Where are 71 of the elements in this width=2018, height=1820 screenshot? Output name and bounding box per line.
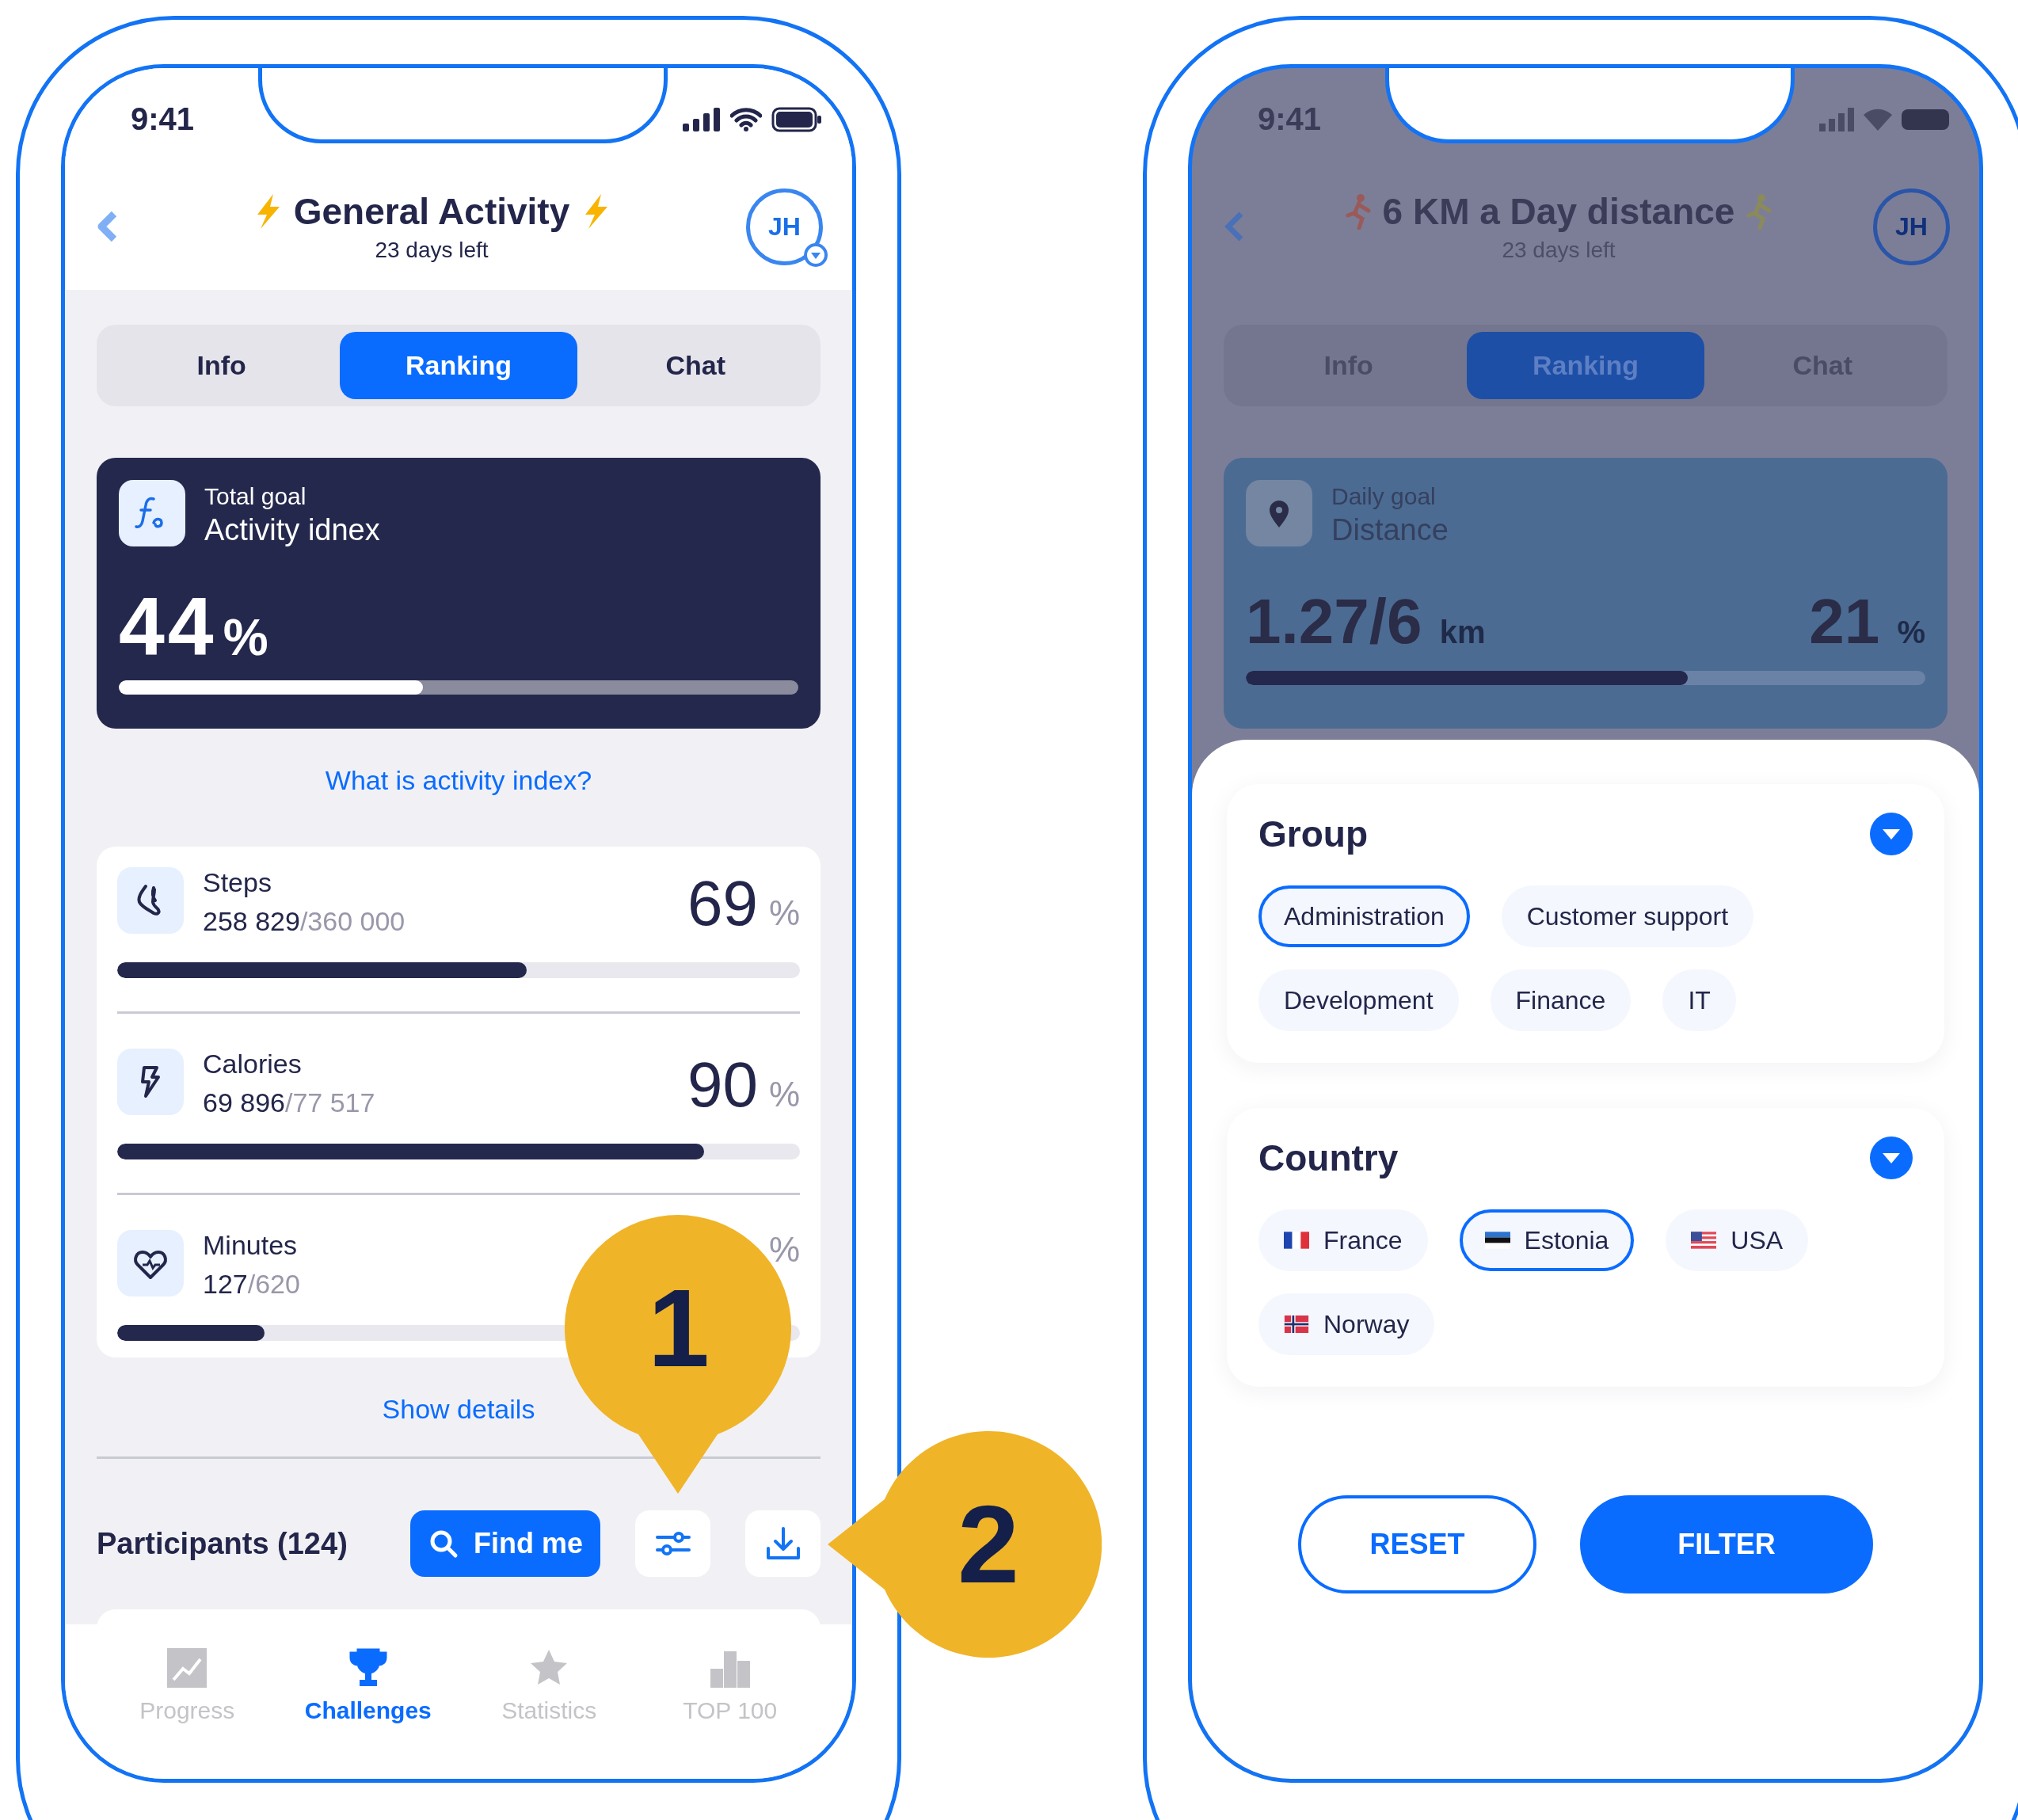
distance-value: 1.27/6 km xyxy=(1246,585,1486,658)
metric-progress-value: 127/620 xyxy=(203,1269,301,1300)
filter-chip[interactable]: Administration xyxy=(1258,885,1470,947)
footprint-icon xyxy=(117,867,184,934)
bolt-icon xyxy=(117,1049,184,1115)
filter-apply-button[interactable]: FILTER xyxy=(1580,1495,1873,1593)
filter-section-title: Group xyxy=(1258,813,1368,855)
flag-icon xyxy=(1284,1316,1309,1333)
goal-title: Activity idnex xyxy=(204,513,380,547)
wifi-icon xyxy=(1864,109,1892,131)
map-pin-icon xyxy=(1246,480,1312,546)
filter-chip[interactable]: Estonia xyxy=(1459,1209,1635,1271)
signal-icon xyxy=(683,108,721,131)
screen-title: 6 KM a Day distance xyxy=(1382,190,1735,233)
show-details-link[interactable]: Show details xyxy=(382,1393,535,1425)
avatar: JH xyxy=(1873,188,1950,265)
filter-chip[interactable]: Finance xyxy=(1490,969,1632,1031)
tab[interactable]: Chat xyxy=(577,332,814,399)
heart-pulse-icon xyxy=(117,1230,184,1296)
tab-label: Ranking xyxy=(1467,332,1704,399)
chevron-down-icon[interactable] xyxy=(1870,1137,1913,1179)
chart-icon xyxy=(167,1648,208,1688)
metric-name: Steps xyxy=(203,867,272,898)
battery-icon xyxy=(1902,109,1949,130)
metric-percent: % xyxy=(768,1230,800,1270)
goal-percent: 44% xyxy=(119,585,272,668)
back-icon[interactable] xyxy=(97,211,117,242)
flag-icon xyxy=(1691,1232,1717,1249)
filter-chip[interactable]: USA xyxy=(1666,1209,1809,1271)
find-me-button[interactable]: Find me xyxy=(410,1510,600,1577)
metric-percent: 90 % xyxy=(687,1049,800,1121)
metric-progress-value: 258 829/360 000 xyxy=(203,906,406,937)
trophy-icon xyxy=(348,1648,388,1688)
filter-chip[interactable]: Norway xyxy=(1258,1293,1435,1355)
formula-icon xyxy=(119,480,185,546)
status-time: 9:41 xyxy=(1258,101,1322,137)
runner-icon xyxy=(1344,193,1372,230)
download-button[interactable] xyxy=(745,1510,821,1577)
signal-icon xyxy=(1819,108,1854,131)
download-icon xyxy=(764,1526,801,1561)
filter-button[interactable] xyxy=(635,1510,710,1577)
runner-icon xyxy=(1746,193,1773,230)
battery-icon xyxy=(771,107,822,132)
callout-number: 1 xyxy=(648,1273,710,1384)
screen-title: General Activity xyxy=(293,190,570,233)
callout-number: 2 xyxy=(958,1489,1019,1600)
filter-chip[interactable]: IT xyxy=(1662,969,1736,1031)
goal-caption: Total goal xyxy=(204,483,307,510)
activity-index-link[interactable]: What is activity index? xyxy=(325,764,592,796)
filter-section-title: Country xyxy=(1258,1137,1399,1179)
filter-chip[interactable]: Development xyxy=(1258,969,1459,1031)
metric-progress-value: 69 896/77 517 xyxy=(203,1087,376,1118)
metric-name: Calories xyxy=(203,1049,303,1079)
metric-name: Minutes xyxy=(203,1230,299,1261)
back-icon xyxy=(1224,211,1244,242)
days-left-text: 23 days left xyxy=(375,238,489,263)
flag-icon xyxy=(1284,1232,1309,1249)
goal-percent: 21 % xyxy=(1809,585,1925,658)
status-time: 9:41 xyxy=(131,101,195,137)
wifi-icon xyxy=(730,108,762,131)
tab[interactable]: Info xyxy=(103,332,341,399)
filter-chip[interactable]: Customer support xyxy=(1501,885,1754,947)
chevron-down-icon[interactable] xyxy=(1870,813,1913,855)
tab[interactable]: Ranking xyxy=(340,332,577,399)
nav-item[interactable]: Challenges xyxy=(277,1648,459,1735)
reset-button[interactable]: RESET xyxy=(1298,1495,1536,1593)
dropdown-icon xyxy=(803,242,828,268)
participants-heading: Participants (124) xyxy=(97,1526,348,1561)
filter-chip[interactable]: France xyxy=(1258,1209,1428,1271)
metric-percent: 69 % xyxy=(687,867,800,940)
flag-icon xyxy=(1484,1232,1510,1249)
